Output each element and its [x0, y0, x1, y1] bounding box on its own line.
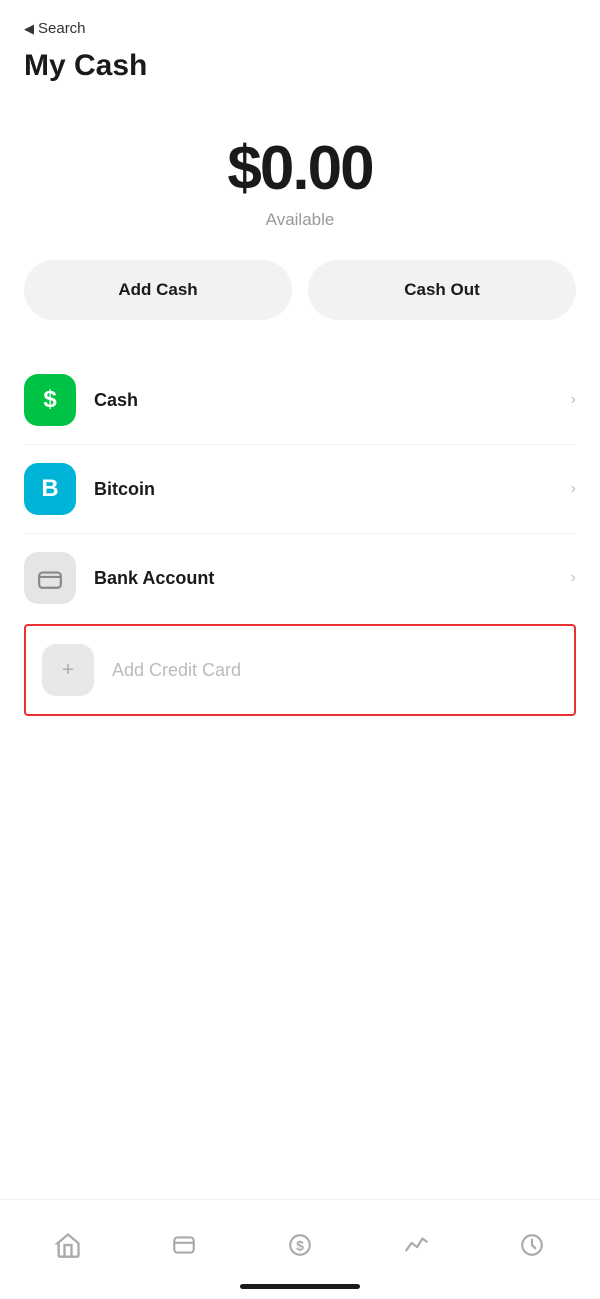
bank-account-label: Bank Account [94, 568, 571, 589]
bank-card-icon [37, 565, 63, 591]
tab-clock[interactable] [474, 1215, 590, 1275]
back-arrow-icon: ◀ [24, 21, 34, 37]
cash-out-button[interactable]: Cash Out [308, 260, 576, 320]
activity-icon [403, 1232, 429, 1258]
clock-icon [519, 1232, 545, 1258]
tab-card[interactable] [126, 1215, 242, 1275]
cash-label: Cash [94, 390, 571, 411]
home-indicator [240, 1284, 360, 1289]
dollar-icon: $ [287, 1232, 313, 1258]
card-icon [171, 1232, 197, 1258]
balance-amount: $0.00 [227, 133, 372, 204]
bitcoin-icon: B [24, 463, 76, 515]
page-title: My Cash [24, 49, 576, 83]
bank-icon-wrap [24, 552, 76, 604]
svg-text:$: $ [296, 1237, 304, 1253]
action-buttons: Add Cash Cash Out [0, 260, 600, 356]
bank-chevron-icon: › [571, 569, 576, 587]
tab-activity[interactable] [358, 1215, 474, 1275]
bank-account-menu-item[interactable]: Bank Account › [24, 534, 576, 622]
add-credit-card-row[interactable]: + Add Credit Card [24, 624, 576, 716]
bitcoin-chevron-icon: › [571, 480, 576, 498]
back-nav[interactable]: ◀ Search [24, 20, 576, 37]
tab-home[interactable] [10, 1215, 126, 1275]
add-credit-card-label: Add Credit Card [112, 660, 558, 681]
menu-list: $ Cash › B Bitcoin › Bank Account › [0, 356, 600, 622]
balance-label: Available [266, 210, 335, 230]
cash-icon: $ [24, 374, 76, 426]
add-credit-card-icon: + [42, 644, 94, 696]
screen: ◀ Search My Cash $0.00 Available Add Cas… [0, 0, 600, 1299]
cash-chevron-icon: › [571, 391, 576, 409]
bitcoin-menu-item[interactable]: B Bitcoin › [24, 445, 576, 534]
home-icon [54, 1231, 82, 1259]
cash-menu-item[interactable]: $ Cash › [24, 356, 576, 445]
header: ◀ Search My Cash [0, 0, 600, 93]
back-label: Search [38, 20, 86, 37]
add-credit-card-inner: + Add Credit Card [26, 644, 574, 696]
balance-section: $0.00 Available [0, 93, 600, 260]
tab-dollar[interactable]: $ [242, 1215, 358, 1275]
bitcoin-label: Bitcoin [94, 479, 571, 500]
add-cash-button[interactable]: Add Cash [24, 260, 292, 320]
